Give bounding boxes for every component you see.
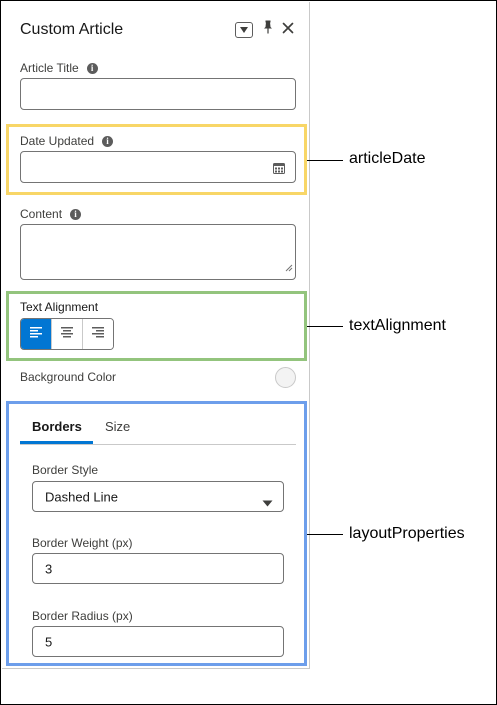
info-icon[interactable]: i [70, 208, 82, 220]
text-alignment-annotation: textAlignment [349, 317, 446, 334]
close-icon [282, 21, 294, 39]
panel-menu-button[interactable] [235, 21, 253, 39]
background-color-swatch[interactable] [275, 367, 296, 388]
content-label: Content [20, 207, 63, 221]
layout-properties-connector [307, 534, 343, 535]
layout-properties-annotation: layoutProperties [349, 525, 465, 542]
chevron-down-icon [239, 21, 249, 39]
article-title-input[interactable] [20, 78, 296, 110]
article-date-connector [307, 160, 343, 161]
close-button[interactable] [282, 21, 294, 39]
article-date-highlight [6, 124, 307, 195]
article-date-annotation: articleDate [349, 150, 426, 167]
content-textarea[interactable] [20, 224, 296, 280]
panel-header-actions [235, 20, 294, 39]
text-alignment-highlight [6, 291, 307, 361]
background-color-label: Background Color [20, 370, 117, 384]
article-title-label-row: Article Title i [20, 61, 98, 75]
panel-title: Custom Article [20, 21, 124, 38]
text-alignment-connector [307, 326, 343, 327]
article-title-label: Article Title [20, 61, 79, 75]
resize-handle-icon[interactable] [285, 259, 293, 277]
info-icon[interactable]: i [86, 62, 98, 74]
background-color-label-row: Background Color [20, 370, 116, 384]
content-label-row: Content i [20, 207, 82, 221]
pin-button[interactable] [263, 20, 273, 39]
pin-icon [263, 20, 273, 39]
layout-properties-highlight [6, 401, 307, 666]
